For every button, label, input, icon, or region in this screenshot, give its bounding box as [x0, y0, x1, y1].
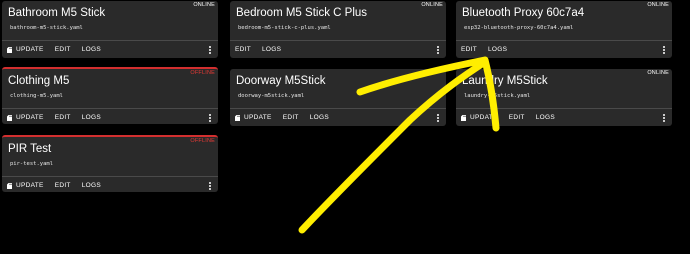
sd-card-icon	[461, 114, 466, 121]
config-filename: laundry-m5stick.yaml	[464, 93, 531, 99]
logs-button[interactable]: LOGS	[82, 114, 101, 121]
edit-button[interactable]: EDIT	[55, 114, 71, 121]
sd-card-icon	[7, 182, 12, 189]
device-card-pir-test: OFFLINE PIR Test pir-test.yaml UPDATE ED…	[2, 135, 218, 192]
update-label: UPDATE	[470, 114, 498, 121]
more-vert-icon[interactable]	[208, 114, 212, 122]
more-vert-icon[interactable]	[436, 114, 440, 122]
status-badge: OFFLINE	[190, 70, 215, 76]
more-vert-icon[interactable]	[662, 114, 666, 122]
more-vert-icon[interactable]	[208, 182, 212, 190]
update-label: UPDATE	[16, 114, 44, 121]
logs-button[interactable]: LOGS	[82, 46, 101, 53]
edit-button[interactable]: EDIT	[283, 114, 299, 121]
device-title: Laundry M5Stick	[462, 75, 548, 87]
card-divider	[230, 108, 446, 109]
config-filename: esp32-bluetooth-proxy-60c7a4.yaml	[464, 25, 574, 31]
logs-button[interactable]: LOGS	[262, 46, 281, 53]
device-title: Clothing M5	[8, 75, 70, 87]
config-filename: pir-test.yaml	[10, 161, 54, 167]
card-divider	[230, 40, 446, 41]
edit-button[interactable]: EDIT	[509, 114, 525, 121]
device-card-laundry-m5stick: ONLINE Laundry M5Stick laundry-m5stick.y…	[456, 69, 672, 126]
card-divider	[456, 40, 672, 41]
logs-button[interactable]: LOGS	[488, 46, 507, 53]
card-divider	[456, 108, 672, 109]
more-vert-icon[interactable]	[436, 46, 440, 54]
update-button[interactable]: UPDATE	[7, 114, 44, 121]
card-actions: UPDATE EDIT LOGS	[7, 46, 112, 53]
update-button[interactable]: UPDATE	[7, 182, 44, 189]
edit-button[interactable]: EDIT	[461, 46, 477, 53]
device-card-bathroom-m5-stick: ONLINE Bathroom M5 Stick bathroom-m5-sti…	[2, 1, 218, 58]
logs-button[interactable]: LOGS	[310, 114, 329, 121]
sd-card-icon	[235, 114, 240, 121]
more-vert-icon[interactable]	[662, 46, 666, 54]
status-badge: ONLINE	[647, 2, 669, 8]
card-divider	[2, 108, 218, 109]
config-filename: bedroom-m5-stick-c-plus.yaml	[238, 25, 331, 31]
device-title: Doorway M5Stick	[236, 75, 326, 87]
card-actions: UPDATE EDIT LOGS	[235, 114, 340, 121]
update-label: UPDATE	[16, 46, 44, 53]
device-card-bluetooth-proxy-60c7a4: ONLINE Bluetooth Proxy 60c7a4 esp32-blue…	[456, 1, 672, 58]
update-label: UPDATE	[244, 114, 272, 121]
device-title: Bedroom M5 Stick C Plus	[236, 7, 368, 19]
card-actions: UPDATE EDIT LOGS	[7, 182, 112, 189]
edit-button[interactable]: EDIT	[55, 46, 71, 53]
card-divider	[2, 40, 218, 41]
device-card-clothing-m5: OFFLINE Clothing M5 clothing-m5.yaml UPD…	[2, 67, 218, 124]
card-divider	[2, 176, 218, 177]
device-title: Bluetooth Proxy 60c7a4	[462, 7, 585, 19]
status-badge: OFFLINE	[190, 138, 215, 144]
update-label: UPDATE	[16, 182, 44, 189]
device-title: Bathroom M5 Stick	[8, 7, 106, 19]
logs-button[interactable]: LOGS	[82, 182, 101, 189]
device-card-bedroom-m5-stick-c-plus: ONLINE Bedroom M5 Stick C Plus bedroom-m…	[230, 1, 446, 58]
logs-button[interactable]: LOGS	[536, 114, 555, 121]
config-filename: bathroom-m5-stick.yaml	[10, 25, 83, 31]
status-badge: ONLINE	[421, 2, 443, 8]
update-button[interactable]: UPDATE	[235, 114, 272, 121]
device-card-doorway-m5stick: Doorway M5Stick doorway-m5stick.yaml UPD…	[230, 69, 446, 126]
sd-card-icon	[7, 114, 12, 121]
update-button[interactable]: UPDATE	[7, 46, 44, 53]
card-actions: EDIT LOGS	[461, 46, 518, 53]
status-badge: ONLINE	[647, 70, 669, 76]
card-actions: EDIT LOGS	[235, 46, 292, 53]
config-filename: clothing-m5.yaml	[10, 93, 63, 99]
more-vert-icon[interactable]	[208, 46, 212, 54]
sd-card-icon	[7, 46, 12, 53]
config-filename: doorway-m5stick.yaml	[238, 93, 305, 99]
edit-button[interactable]: EDIT	[235, 46, 251, 53]
update-button[interactable]: UPDATE	[461, 114, 498, 121]
device-title: PIR Test	[8, 143, 52, 155]
card-actions: UPDATE EDIT LOGS	[7, 114, 112, 121]
edit-button[interactable]: EDIT	[55, 182, 71, 189]
card-actions: UPDATE EDIT LOGS	[461, 114, 566, 121]
status-badge: ONLINE	[193, 2, 215, 8]
